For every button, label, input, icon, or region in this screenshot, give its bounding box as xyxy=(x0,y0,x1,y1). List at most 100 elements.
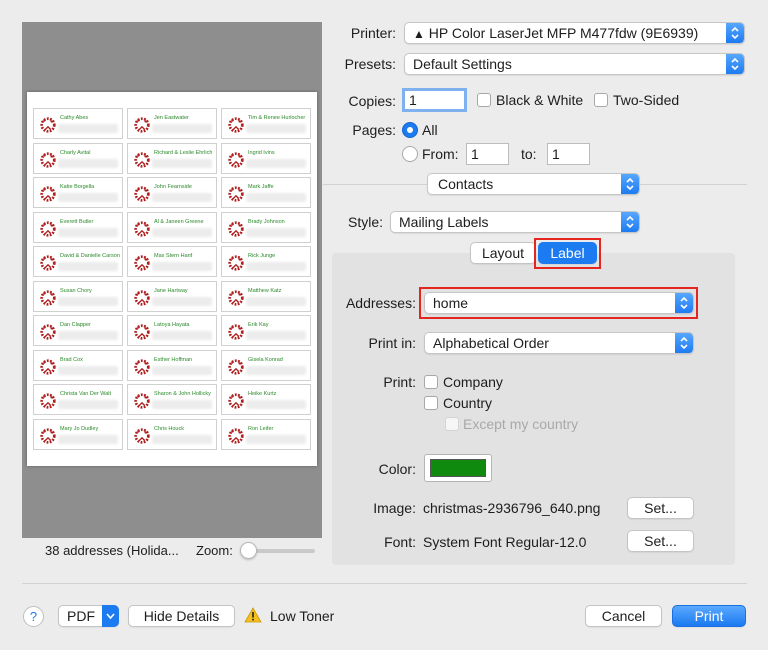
wreath-icon xyxy=(39,358,57,376)
wreath-icon xyxy=(133,427,151,445)
two-sided-checkbox[interactable] xyxy=(594,93,608,107)
pdf-label: PDF xyxy=(67,608,95,624)
blurred-address xyxy=(152,124,212,133)
pages-from-radio[interactable] xyxy=(402,146,418,162)
blurred-address xyxy=(58,158,118,168)
blurred-address xyxy=(246,331,306,340)
blurred-address xyxy=(152,262,212,271)
preview-label: Brad Cox xyxy=(33,349,123,381)
preview-label-name: Susan Chory xyxy=(60,287,92,294)
wreath-icon xyxy=(227,220,245,238)
print-in-popup[interactable]: Alphabetical Order xyxy=(424,332,694,354)
pages-to-field[interactable]: 1 xyxy=(547,143,590,165)
wreath-icon xyxy=(39,116,57,134)
preview-label: Rick Junge xyxy=(221,246,311,277)
wreath-icon xyxy=(133,220,151,238)
section-popup[interactable]: Contacts xyxy=(427,173,640,195)
preview-label: Al & Janeen Greene xyxy=(127,211,217,243)
print-button[interactable]: Print xyxy=(672,605,746,627)
wreath-icon xyxy=(133,289,151,307)
blurred-address xyxy=(152,158,212,168)
preview-summary: 38 addresses (Holida... xyxy=(45,543,179,558)
blurred-address xyxy=(58,262,118,271)
print-label: Print: xyxy=(383,374,416,390)
blurred-address xyxy=(58,434,118,444)
printer-value: HP Color LaserJet MFP M477fdw (9E6939) xyxy=(428,25,699,41)
black-white-label: Black & White xyxy=(496,92,584,108)
blurred-address xyxy=(152,331,212,340)
wreath-icon xyxy=(227,254,245,272)
preview-label-name: Mark Jaffe xyxy=(248,184,274,190)
print-in-value: Alphabetical Order xyxy=(433,335,549,351)
popup-arrows-icon xyxy=(726,54,744,74)
two-sided-label: Two-Sided xyxy=(613,92,680,108)
blurred-address xyxy=(58,400,118,409)
blurred-address xyxy=(246,296,306,306)
wreath-icon xyxy=(39,254,57,272)
preview-label: Jen Eastwater xyxy=(127,108,217,139)
wreath-icon xyxy=(39,220,57,238)
footer-divider xyxy=(22,583,747,584)
wreath-icon xyxy=(227,151,245,169)
section-value: Contacts xyxy=(438,176,494,192)
print-in-label: Print in: xyxy=(368,335,416,351)
preview-label: Erik Kay xyxy=(221,315,311,346)
preview-label: Gisela Konrad xyxy=(221,349,311,381)
style-popup[interactable]: Mailing Labels xyxy=(390,211,640,233)
warning-icon xyxy=(244,607,262,626)
preview-label-name: Richard & Leslie Ehrlich xyxy=(154,149,213,156)
preview-label: Jane Hartway xyxy=(127,280,217,312)
printer-label: Printer: xyxy=(350,25,396,41)
wreath-icon xyxy=(39,427,57,445)
except-country-checkbox[interactable] xyxy=(445,417,459,431)
blurred-address xyxy=(246,193,306,202)
blurred-address xyxy=(246,262,306,271)
company-checkbox[interactable] xyxy=(424,375,438,389)
copies-label: Copies: xyxy=(348,93,396,109)
popup-arrows-icon xyxy=(726,23,744,43)
country-label: Country xyxy=(443,395,493,411)
wreath-icon xyxy=(227,427,245,445)
pdf-menu-button[interactable]: PDF xyxy=(58,605,119,627)
preview-label: Brady Johnson xyxy=(221,211,311,243)
hide-details-button[interactable]: Hide Details xyxy=(128,605,235,627)
wreath-icon xyxy=(227,185,245,203)
preview-label: Sharon & John Hollicky xyxy=(127,384,217,415)
blurred-address xyxy=(152,193,212,202)
preview-label: Christa Van Der Walt xyxy=(33,384,123,415)
cancel-button[interactable]: Cancel xyxy=(585,605,662,627)
pages-label: Pages: xyxy=(352,122,396,138)
preview-label: Esther Hoffman xyxy=(127,349,217,381)
preview-label-name: Latoya Hayata xyxy=(154,322,190,328)
country-checkbox[interactable] xyxy=(424,396,438,410)
font-set-button[interactable]: Set... xyxy=(627,530,694,552)
company-label: Company xyxy=(443,374,503,390)
color-swatch xyxy=(430,459,486,477)
preview-label-name: Cathy Abes xyxy=(60,115,89,121)
pages-from-field[interactable]: 1 xyxy=(466,143,509,165)
color-well[interactable] xyxy=(424,454,492,482)
black-white-checkbox[interactable] xyxy=(477,93,491,107)
blurred-address xyxy=(152,296,212,306)
blurred-address xyxy=(246,434,306,444)
tab-layout[interactable]: Layout xyxy=(470,242,536,264)
preview-label: Heike Kurtz xyxy=(221,384,311,415)
printer-popup[interactable]: ▲ HP Color LaserJet MFP M477fdw (9E6939) xyxy=(404,22,745,44)
image-set-button[interactable]: Set... xyxy=(627,497,694,519)
popup-arrows-icon xyxy=(675,333,693,353)
zoom-slider-knob[interactable] xyxy=(240,542,257,559)
presets-label: Presets: xyxy=(344,56,396,72)
presets-popup[interactable]: Default Settings xyxy=(404,53,745,75)
wreath-icon xyxy=(39,151,57,169)
copies-field[interactable]: 1 xyxy=(402,88,467,112)
help-button[interactable]: ? xyxy=(23,606,44,627)
blurred-address xyxy=(58,365,118,375)
preview-label: Tim & Renee Hurlocher xyxy=(221,108,311,139)
wreath-icon xyxy=(133,151,151,169)
preview-label-name: Esther Hoffman xyxy=(154,356,193,363)
preview-label-name: Sharon & John Hollicky xyxy=(154,391,211,397)
wreath-icon xyxy=(133,116,151,134)
wreath-icon xyxy=(227,289,245,307)
pages-all-radio[interactable] xyxy=(402,122,418,138)
blurred-address xyxy=(152,227,212,237)
